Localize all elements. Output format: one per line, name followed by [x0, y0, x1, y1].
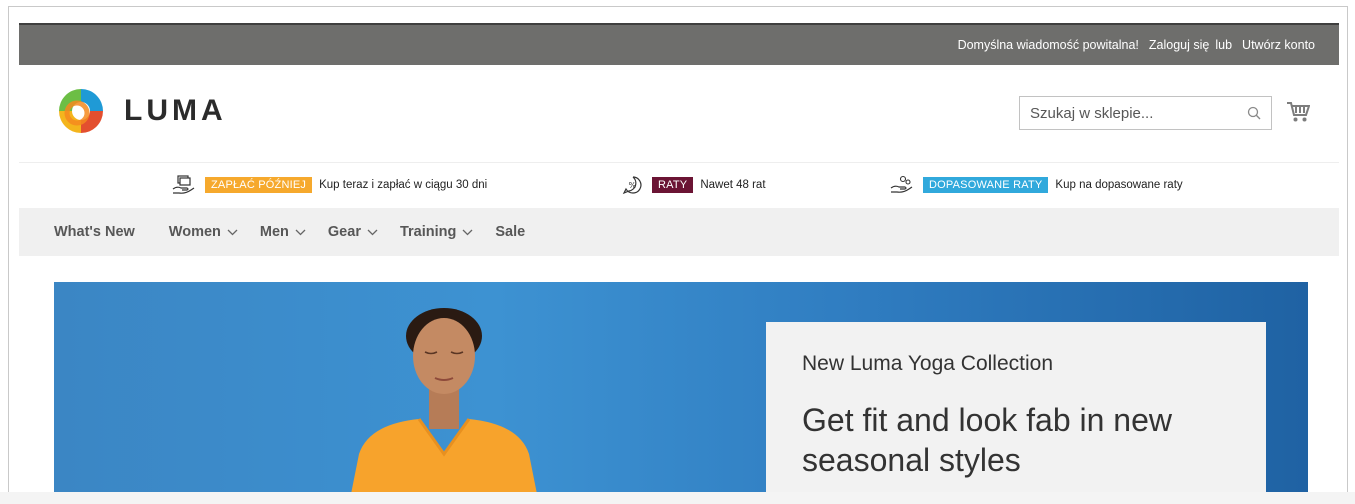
bottom-strip	[0, 492, 1355, 504]
hand-coins-icon	[890, 175, 913, 193]
promo-pay-later[interactable]: ZAPŁAĆ PÓŹNIEJ Kup teraz i zapłać w ciąg…	[171, 175, 487, 195]
nav-item-label: Men	[259, 224, 289, 240]
promo-badge: ZAPŁAĆ PÓŹNIEJ	[205, 177, 313, 193]
nav-item-gear[interactable]: Gear	[328, 224, 378, 240]
chevron-down-icon	[295, 229, 306, 235]
logo[interactable]: LUMA	[56, 86, 227, 136]
search-input[interactable]	[1030, 104, 1240, 122]
or-text: lub	[1215, 38, 1233, 52]
luma-logo-icon	[59, 89, 103, 133]
logo-text: LUMA	[124, 94, 227, 127]
hero-title: Get fit and look fab in new seasonal sty…	[802, 402, 1172, 478]
yoga-model-image	[349, 308, 539, 504]
nav-item-men[interactable]: Men	[260, 224, 306, 240]
sign-in-link[interactable]: Zaloguj się	[1149, 38, 1209, 52]
percent-badge-icon: %	[622, 176, 642, 195]
hero-banner[interactable]: New Luma Yoga Collection Get fit and loo…	[54, 282, 1308, 504]
hero-eyebrow: New Luma Yoga Collection	[802, 352, 1053, 375]
promo-custom-installments[interactable]: DOPASOWANE RATY Kup na dopasowane raty	[889, 175, 1183, 195]
search-box[interactable]	[1019, 96, 1272, 130]
nav-item-training[interactable]: Training	[400, 224, 473, 240]
welcome-message: Domyślna wiadomość powitalna!	[957, 38, 1139, 52]
promo-text: Kup na dopasowane raty	[1055, 179, 1183, 191]
promo-text: Kup teraz i zapłać w ciągu 30 dni	[319, 179, 488, 191]
promo-bar: ZAPŁAĆ PÓŹNIEJ Kup teraz i zapłać w ciąg…	[19, 162, 1339, 208]
hero-content-card: New Luma Yoga Collection Get fit and loo…	[766, 322, 1266, 504]
nav-item-label: Sale	[495, 224, 526, 240]
create-account-link[interactable]: Utwórz konto	[1242, 38, 1315, 52]
main-navigation: What's New Women Men Gear Training Sale	[19, 208, 1339, 256]
nav-item-women[interactable]: Women	[169, 224, 238, 240]
promo-badge: RATY	[652, 177, 694, 193]
chevron-down-icon	[367, 229, 378, 235]
nav-item-label: What's New	[54, 224, 135, 240]
chevron-down-icon	[227, 229, 238, 235]
hand-bills-icon	[172, 175, 195, 194]
nav-item-label: Gear	[327, 224, 361, 240]
search-icon[interactable]	[1247, 106, 1261, 120]
promo-installments[interactable]: % RATY Nawet 48 rat	[622, 175, 766, 195]
promo-badge: DOPASOWANE RATY	[923, 177, 1049, 193]
svg-text:%: %	[629, 181, 637, 190]
nav-item-sale[interactable]: Sale	[495, 224, 525, 240]
nav-item-label: Women	[168, 224, 221, 240]
panel-header: Domyślna wiadomość powitalna! Zaloguj si…	[19, 23, 1339, 65]
nav-item-whats-new[interactable]: What's New	[54, 224, 135, 240]
cart-icon[interactable]	[1286, 101, 1310, 123]
promo-text: Nawet 48 rat	[700, 179, 766, 191]
nav-item-label: Training	[399, 224, 457, 240]
chevron-down-icon	[462, 229, 473, 235]
